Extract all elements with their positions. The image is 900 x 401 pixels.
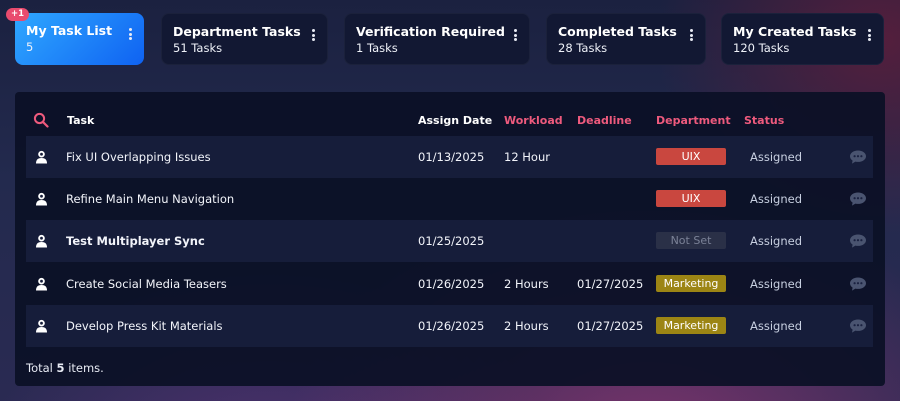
workload: 2 Hours — [504, 319, 549, 333]
user-icon — [36, 234, 47, 248]
deadline: 01/27/2025 — [577, 277, 644, 291]
card-title: My Task List — [26, 23, 113, 38]
kebab-menu-icon[interactable] — [867, 29, 871, 43]
total-prefix: Total — [26, 361, 53, 375]
card-title: My Created Tasks — [733, 24, 857, 39]
status-text: Assigned — [750, 234, 803, 248]
department-tag: UIX — [656, 148, 726, 165]
chat-bubble-icon[interactable] — [849, 318, 867, 334]
table-row[interactable]: Create Social Media Teasers 01/26/2025 2… — [26, 263, 873, 305]
header-deadline[interactable]: Deadline — [577, 114, 632, 127]
assign-date: 01/26/2025 — [418, 277, 485, 291]
status-text: Assigned — [750, 150, 803, 164]
user-icon — [36, 277, 47, 291]
task-name[interactable]: Create Social Media Teasers — [66, 277, 227, 291]
card-title: Completed Tasks — [558, 24, 677, 39]
chat-bubble-icon[interactable] — [849, 149, 867, 165]
assign-date: 01/26/2025 — [418, 319, 485, 333]
department-tag: Marketing — [656, 317, 726, 334]
kebab-menu-icon[interactable] — [311, 29, 315, 43]
total-suffix: items. — [68, 361, 104, 375]
card-completed-tasks[interactable]: Completed Tasks 28 Tasks — [546, 13, 706, 65]
status-text: Assigned — [750, 277, 803, 291]
card-department-tasks[interactable]: Department Tasks 51 Tasks — [161, 13, 328, 65]
kebab-menu-icon[interactable] — [513, 29, 517, 43]
workload: 12 Hour — [504, 150, 550, 164]
task-category-cards: +1 My Task List 5 Department Tasks 51 Ta… — [6, 8, 885, 65]
task-name[interactable]: Refine Main Menu Navigation — [66, 192, 234, 206]
table-row[interactable]: Fix UI Overlapping Issues 01/13/2025 12 … — [26, 136, 873, 178]
table-row[interactable]: Test Multiplayer Sync 01/25/2025 Not Set… — [26, 220, 873, 262]
card-my-created-tasks[interactable]: My Created Tasks 120 Tasks — [721, 13, 884, 65]
department-tag: UIX — [656, 190, 726, 207]
header-status[interactable]: Status — [744, 114, 784, 127]
card-title: Verification Required — [356, 24, 505, 39]
search-icon[interactable] — [33, 112, 49, 128]
user-icon — [36, 192, 47, 206]
total-items-footer: Total 5 items. — [26, 361, 104, 375]
card-verification-required[interactable]: Verification Required 1 Tasks — [344, 13, 530, 65]
task-name[interactable]: Test Multiplayer Sync — [66, 234, 205, 248]
kebab-menu-icon[interactable] — [689, 29, 693, 43]
total-count: 5 — [56, 361, 65, 375]
card-count: 1 Tasks — [356, 41, 398, 55]
card-count: 120 Tasks — [733, 41, 790, 55]
user-icon — [36, 319, 47, 333]
task-table-panel: Task Assign Date Workload Deadline Depar… — [15, 92, 885, 386]
table-row[interactable]: Develop Press Kit Materials 01/26/2025 2… — [26, 305, 873, 347]
chat-bubble-icon[interactable] — [849, 233, 867, 249]
header-workload[interactable]: Workload — [504, 114, 563, 127]
department-tag: Not Set — [656, 232, 726, 249]
status-text: Assigned — [750, 319, 803, 333]
workload: 2 Hours — [504, 277, 549, 291]
assign-date: 01/25/2025 — [418, 234, 485, 248]
kebab-menu-icon[interactable] — [128, 28, 132, 42]
card-title: Department Tasks — [173, 24, 301, 39]
task-name[interactable]: Develop Press Kit Materials — [66, 319, 223, 333]
status-text: Assigned — [750, 192, 803, 206]
table-header: Task Assign Date Workload Deadline Depar… — [26, 106, 873, 136]
new-task-badge: +1 — [6, 8, 30, 21]
table-row[interactable]: Refine Main Menu Navigation UIX Assigned — [26, 178, 873, 220]
card-count: 5 — [26, 40, 34, 54]
user-icon — [36, 150, 47, 164]
deadline: 01/27/2025 — [577, 319, 644, 333]
header-assign-date[interactable]: Assign Date — [418, 114, 492, 127]
assign-date: 01/13/2025 — [418, 150, 485, 164]
header-department[interactable]: Department — [656, 114, 731, 127]
department-tag: Marketing — [656, 275, 726, 292]
chat-bubble-icon[interactable] — [849, 276, 867, 292]
header-task[interactable]: Task — [67, 114, 94, 127]
chat-bubble-icon[interactable] — [849, 191, 867, 207]
task-name[interactable]: Fix UI Overlapping Issues — [66, 150, 211, 164]
card-count: 28 Tasks — [558, 41, 608, 55]
card-my-task-list[interactable]: +1 My Task List 5 — [6, 8, 144, 65]
card-count: 51 Tasks — [173, 41, 223, 55]
